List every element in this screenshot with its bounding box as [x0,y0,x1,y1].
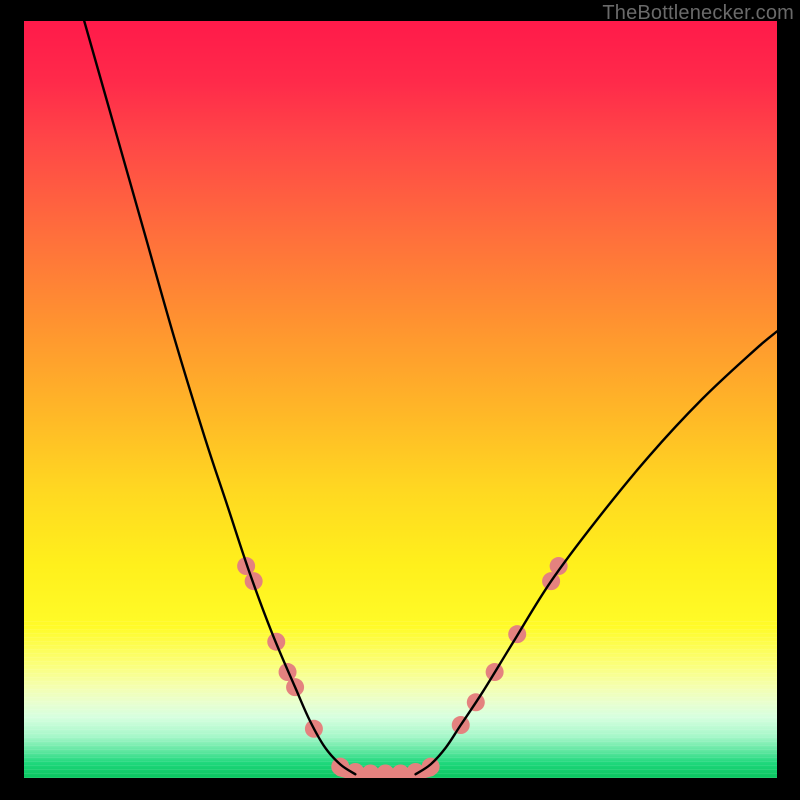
plot-area [24,21,777,778]
marker-dot [376,764,394,778]
left-curve [84,21,355,774]
chart-stage: TheBottlenecker.com [0,0,800,800]
curves-layer [24,21,777,778]
marker-dot [422,758,440,776]
watermark-text: TheBottlenecker.com [602,2,794,25]
marker-dot [361,764,379,778]
